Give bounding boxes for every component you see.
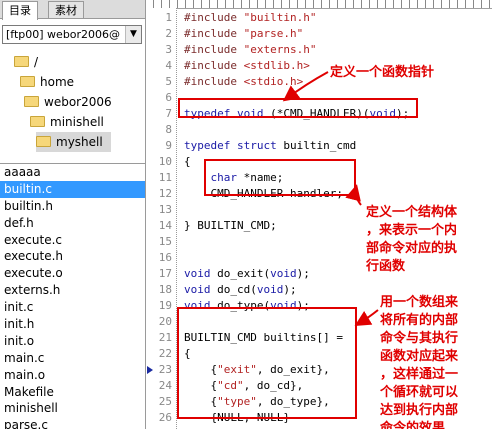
list-item[interactable]: main.o: [0, 367, 145, 384]
folder-icon: [30, 116, 45, 127]
list-item[interactable]: execute.o: [0, 265, 145, 282]
list-item[interactable]: init.o: [0, 333, 145, 350]
server-select-value: [ftp00] webor2006@: [6, 28, 121, 41]
annotation-arrows: [282, 71, 379, 327]
file-browser-panel: 目录 素材 [ftp00] webor2006@ ▼ / home webor2…: [0, 0, 146, 429]
list-item[interactable]: Makefile: [0, 384, 145, 401]
open-folder-icon: [36, 136, 51, 147]
tree-item-label: home: [40, 75, 75, 89]
list-item[interactable]: init.h: [0, 316, 145, 333]
tree-item-root[interactable]: /: [14, 52, 38, 72]
tree-item-home[interactable]: home: [20, 72, 74, 92]
tree-item-label: minishell: [50, 115, 104, 129]
tab-directory[interactable]: 目录: [2, 1, 38, 20]
list-item[interactable]: minishell: [0, 400, 145, 417]
code-editor[interactable]: 1 2 3 4 5 6 7 8 9 10 11 12 13 14 15 16 17 18 19 20 21 22 23 24 2…: [146, 0, 492, 429]
list-item[interactable]: aaaaa: [0, 164, 145, 181]
arrow-to-array: [354, 309, 379, 327]
file-list: aaaaa builtin.c builtin.h def.h execute.…: [0, 163, 145, 429]
sidebar-tabs: 目录 素材: [0, 0, 145, 20]
tree-item-label: /: [34, 55, 39, 69]
arrow-to-typedef: [282, 71, 329, 102]
folder-icon: [20, 76, 35, 87]
tree-item-minishell[interactable]: minishell: [30, 112, 104, 132]
tree-item-myshell[interactable]: myshell: [36, 132, 111, 152]
list-item[interactable]: def.h: [0, 215, 145, 232]
tab-assets[interactable]: 素材: [48, 1, 84, 18]
list-item[interactable]: parse.c: [0, 417, 145, 429]
server-select[interactable]: [ftp00] webor2006@ ▼: [2, 25, 142, 44]
tree-item-webor2006[interactable]: webor2006: [24, 92, 112, 112]
chevron-down-icon[interactable]: ▼: [125, 26, 141, 43]
arrow-to-struct: [345, 184, 362, 206]
directory-tree: / home webor2006 minishell myshell: [0, 50, 145, 158]
list-item[interactable]: execute.h: [0, 248, 145, 265]
list-item-selected[interactable]: builtin.c: [0, 180, 145, 198]
list-item[interactable]: execute.c: [0, 232, 145, 249]
tree-item-label: myshell: [56, 135, 103, 149]
list-item[interactable]: externs.h: [0, 282, 145, 299]
folder-icon: [24, 96, 39, 107]
list-item[interactable]: init.c: [0, 299, 145, 316]
folder-icon: [14, 56, 29, 67]
tree-item-label: webor2006: [44, 95, 112, 109]
list-item[interactable]: builtin.h: [0, 198, 145, 215]
list-item[interactable]: main.c: [0, 350, 145, 367]
